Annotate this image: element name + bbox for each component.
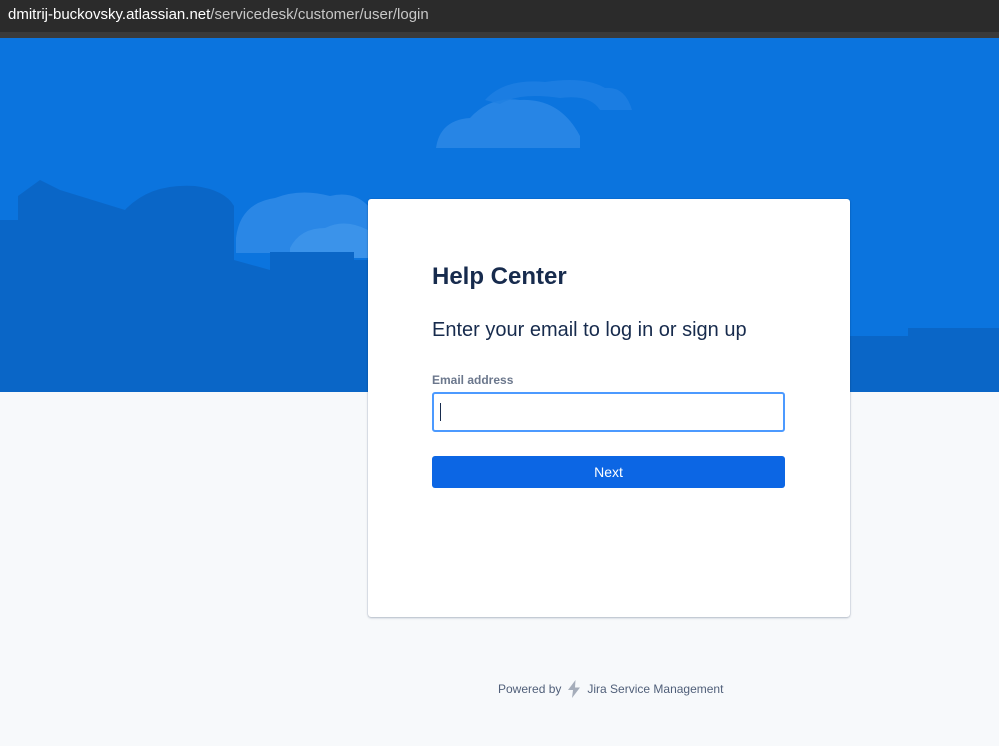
email-field[interactable] bbox=[432, 392, 785, 432]
help-center-title: Help Center bbox=[432, 263, 567, 290]
login-card: Help Center Enter your email to log in o… bbox=[368, 199, 850, 617]
powered-by-label: Powered by bbox=[498, 682, 562, 696]
text-caret bbox=[440, 403, 441, 421]
powered-by-footer: Powered by Jira Service Management bbox=[498, 679, 723, 699]
jira-service-management-bolt-icon bbox=[565, 679, 583, 699]
browser-address-bar[interactable]: dmitrij-buckovsky.atlassian.net/serviced… bbox=[0, 0, 999, 32]
email-label: Email address bbox=[432, 373, 514, 387]
url-host: dmitrij-buckovsky.atlassian.net bbox=[8, 6, 211, 23]
url-path: /servicedesk/customer/user/login bbox=[210, 6, 429, 23]
jira-service-management-link[interactable]: Jira Service Management bbox=[587, 682, 723, 696]
next-button[interactable]: Next bbox=[432, 456, 785, 488]
login-subtitle: Enter your email to log in or sign up bbox=[432, 319, 747, 341]
